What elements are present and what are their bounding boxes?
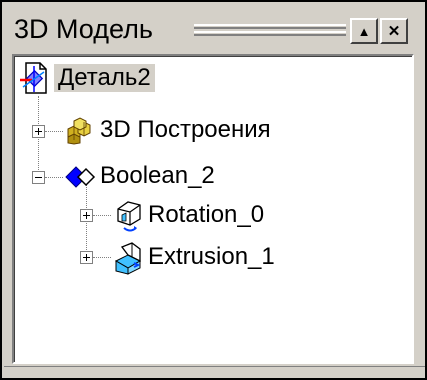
expand-icon[interactable] (80, 251, 93, 264)
close-button[interactable]: ✕ (380, 18, 408, 44)
tree-item-label: Rotation_0 (148, 201, 265, 228)
construction-cubes-icon (64, 115, 94, 145)
expand-icon[interactable] (80, 209, 93, 222)
up-arrow-icon: ▲ (357, 23, 371, 39)
boolean-diamond-icon (64, 162, 96, 192)
tree-item-label: 3D Построения (100, 116, 271, 143)
panel-titlebar[interactable]: 3D Модель ▲ ✕ (8, 10, 418, 50)
close-icon: ✕ (387, 22, 401, 40)
extrusion-feature-icon (112, 241, 142, 275)
tree-item-rotation[interactable]: Rotation_0 (14, 199, 394, 233)
expand-icon[interactable] (32, 125, 45, 138)
model-tree[interactable]: Деталь2 3D Построения Boolean_2 Rotation… (12, 54, 414, 364)
tree-item-root[interactable]: Деталь2 (18, 62, 278, 96)
tree-item-label: Деталь2 (54, 64, 155, 92)
collapse-icon[interactable] (32, 171, 45, 184)
collapse-button[interactable]: ▲ (350, 18, 378, 44)
tree-item-label: Boolean_2 (100, 162, 215, 189)
tree-item-boolean[interactable]: Boolean_2 (14, 160, 394, 194)
model-panel: 3D Модель ▲ ✕ Деталь2 3D Построения Bool… (0, 0, 427, 380)
tree-item-extrusion[interactable]: Extrusion_1 (14, 241, 394, 275)
rotation-feature-icon (112, 199, 142, 232)
panel-bottom-edge (4, 366, 425, 379)
part-document-icon (20, 62, 50, 94)
tree-item-constructions[interactable]: 3D Построения (14, 114, 394, 148)
tree-item-label: Extrusion_1 (148, 243, 275, 270)
panel-title: 3D Модель (14, 14, 153, 44)
title-grip[interactable] (194, 24, 346, 37)
